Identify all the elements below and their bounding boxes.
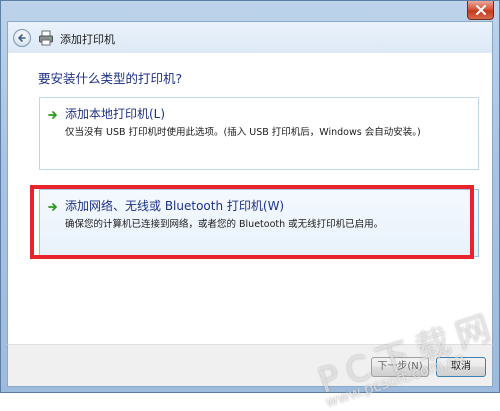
close-button[interactable] <box>467 1 494 20</box>
button-bar: 下一步(N) 取消 <box>7 344 493 387</box>
window-title: 添加打印机 <box>60 33 115 46</box>
header-bar: 添加打印机 <box>7 21 493 53</box>
page-heading: 要安装什么类型的打印机? <box>38 71 183 86</box>
option-title: 添加本地打印机(L) <box>65 107 166 121</box>
option-description: 仅当没有 USB 打印机时使用此选项。(插入 USB 打印机后，Windows … <box>65 127 421 138</box>
back-arrow-icon <box>18 34 26 42</box>
red-highlight-frame <box>30 185 474 259</box>
next-button[interactable]: 下一步(N) <box>371 357 429 377</box>
printer-icon <box>39 30 53 46</box>
add-local-printer-option[interactable]: 添加本地打印机(L) 仅当没有 USB 打印机时使用此选项。(插入 USB 打印… <box>39 97 479 170</box>
green-arrow-icon <box>48 111 57 119</box>
add-printer-window: 添加打印机 要安装什么类型的打印机? 添加本地打印机(L) 仅当没有 USB 打… <box>0 0 500 411</box>
cancel-button[interactable]: 取消 <box>436 357 486 377</box>
close-icon <box>476 5 486 15</box>
back-button[interactable] <box>13 29 31 47</box>
